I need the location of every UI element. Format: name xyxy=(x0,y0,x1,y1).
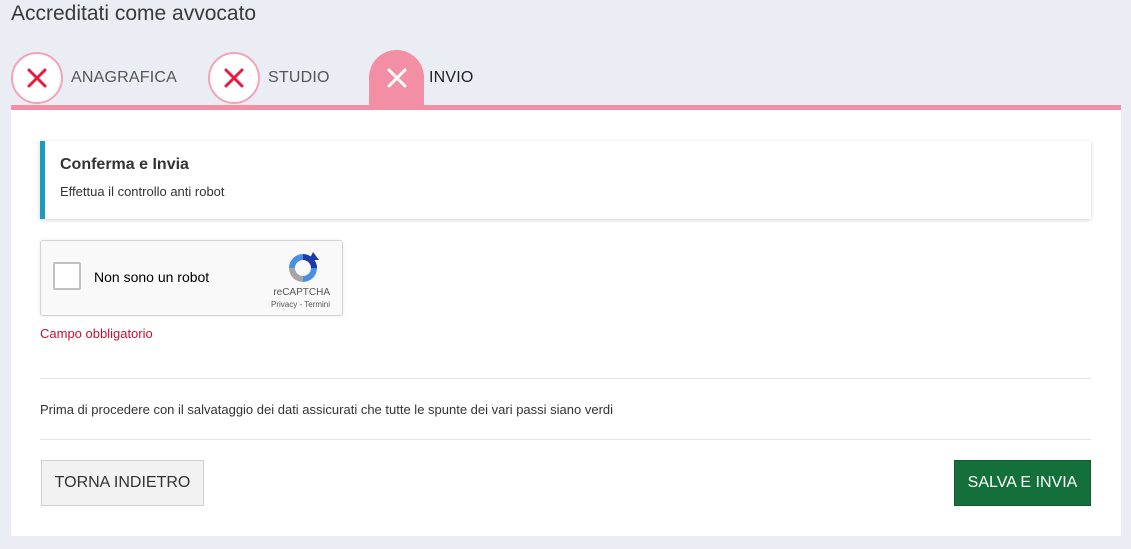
close-icon xyxy=(387,68,406,88)
stepper: ANAGRAFICA STUDIO INVIO xyxy=(11,50,1121,110)
callout-title: Conferma e Invia xyxy=(60,156,189,173)
divider xyxy=(40,378,1091,379)
back-button[interactable]: TORNA INDIETRO xyxy=(41,460,204,506)
page-title: Accreditati come avvocato xyxy=(11,2,257,25)
form-panel: Conferma e Invia Effettua il controllo a… xyxy=(11,110,1121,536)
required-field-error: Campo obbligatorio xyxy=(40,326,153,341)
info-note: Prima di procedere con il salvataggio de… xyxy=(40,402,614,417)
step-status-circle xyxy=(208,52,260,104)
recaptcha-label: Non sono un robot xyxy=(94,269,210,285)
step-status-circle xyxy=(11,52,63,104)
active-step-tab xyxy=(369,50,424,106)
info-callout: Conferma e Invia Effettua il controllo a… xyxy=(40,141,1091,219)
save-and-submit-button[interactable]: SALVA E INVIA xyxy=(954,460,1091,506)
step-label: ANAGRAFICA xyxy=(71,69,178,86)
recaptcha-brand: reCAPTCHA xyxy=(273,287,330,298)
step-label: STUDIO xyxy=(268,69,330,86)
recaptcha-links[interactable]: Privacy - Termini xyxy=(271,300,330,309)
close-icon xyxy=(27,68,47,88)
step-studio[interactable]: STUDIO xyxy=(208,50,330,106)
close-icon xyxy=(224,68,244,88)
step-anagrafica[interactable]: ANAGRAFICA xyxy=(11,50,177,106)
step-label: INVIO xyxy=(429,69,474,86)
divider xyxy=(40,439,1091,440)
recaptcha-logo-icon xyxy=(289,252,319,282)
recaptcha-checkbox[interactable] xyxy=(53,262,81,290)
step-invio[interactable]: INVIO xyxy=(369,50,474,106)
callout-text: Effettua il controllo anti robot xyxy=(60,184,225,199)
recaptcha-widget: Non sono un robot reCAPTCHA Privacy - Te… xyxy=(40,240,343,316)
